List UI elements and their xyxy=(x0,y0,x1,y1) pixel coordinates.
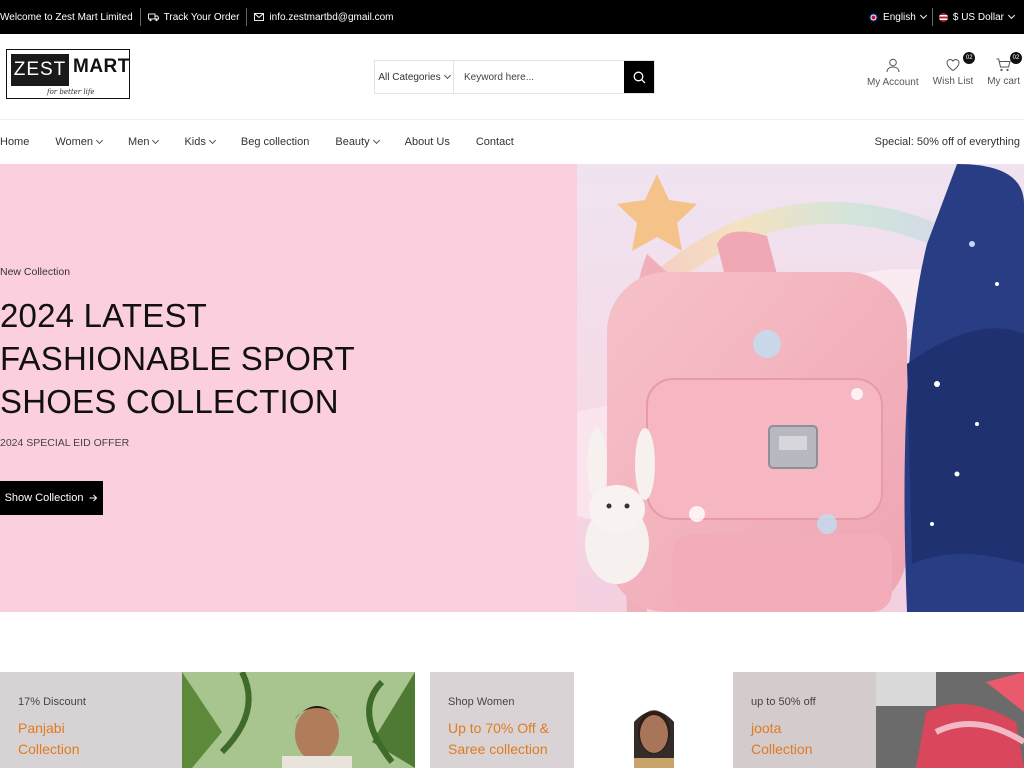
us-flag-icon xyxy=(938,12,948,22)
uk-flag-icon xyxy=(869,12,879,22)
chevron-down-icon xyxy=(96,136,104,145)
my-account-label: My Account xyxy=(866,77,919,88)
nav-label: Contact xyxy=(475,136,514,148)
hero-banner: New Collection 2024 LATEST FASHIONABLE S… xyxy=(0,164,1024,612)
chevron-down-icon xyxy=(919,11,927,20)
hero-title-line: FASHIONABLE SPORT xyxy=(0,340,355,377)
nav-item-about-us[interactable]: About Us xyxy=(405,136,450,148)
category-select[interactable]: All Categories xyxy=(375,61,454,93)
main-nav: Home Women Men Kids Beg collection Beaut… xyxy=(0,121,1024,163)
top-bar-right: English $ US Dollar xyxy=(863,0,1024,34)
cart-icon xyxy=(996,58,1011,72)
heart-icon xyxy=(946,58,960,72)
arrow-right-icon xyxy=(89,494,98,502)
promo-banner-joota[interactable]: up to 50% off joota Collection xyxy=(733,672,1024,768)
currency-selector[interactable]: $ US Dollar xyxy=(933,8,1020,26)
header-icons: My Account 02 Wish List 02 My cart xyxy=(867,52,1022,88)
banner-discount-text: up to 50% off xyxy=(751,696,816,708)
hero-title: 2024 LATEST FASHIONABLE SPORT SHOES COLL… xyxy=(0,294,360,423)
nav-item-men[interactable]: Men xyxy=(128,136,160,148)
language-selector[interactable]: English xyxy=(863,8,933,26)
wishlist-link[interactable]: 02 Wish List xyxy=(932,52,976,88)
banner-title: Panjabi Collection xyxy=(18,718,158,760)
mail-icon xyxy=(254,13,265,21)
site-header: ZEST MART for better life All Categories… xyxy=(0,34,1024,120)
banner-discount-text: Shop Women xyxy=(448,696,515,708)
nav-label: About Us xyxy=(404,136,450,148)
banner-title-line: Panjabi xyxy=(18,720,65,736)
nav-item-contact[interactable]: Contact xyxy=(476,136,514,148)
email-label: info.zestmartbd@gmail.com xyxy=(269,11,394,23)
show-collection-button[interactable]: Show Collection xyxy=(0,481,103,515)
search-button[interactable] xyxy=(624,61,654,93)
top-bar: Welcome to Zest Mart Limited Track Your … xyxy=(0,0,1024,34)
nav-label: Beauty xyxy=(335,136,370,148)
user-icon xyxy=(886,58,900,73)
banner-discount-text: 17% Discount xyxy=(18,696,86,708)
nav-label: Home xyxy=(0,136,30,148)
track-order-link[interactable]: Track Your Order xyxy=(141,8,248,26)
banner-image-shoes xyxy=(876,672,1024,768)
banner-title-line: Up to 70% Off & xyxy=(448,720,549,736)
banner-title: joota Collection xyxy=(751,718,891,760)
nav-label: Women xyxy=(55,136,94,148)
banner-title-line: joota xyxy=(751,720,782,736)
nav-item-beauty[interactable]: Beauty xyxy=(335,136,380,148)
nav-item-beg-collection[interactable]: Beg collection xyxy=(241,136,310,148)
hero-title-line: SHOES COLLECTION xyxy=(0,383,339,420)
banner-image-woman xyxy=(574,672,718,768)
logo[interactable]: ZEST MART for better life xyxy=(6,49,130,99)
search-icon xyxy=(633,71,645,83)
banner-title-line: Collection xyxy=(18,741,80,757)
hero-kicker: New Collection xyxy=(0,266,71,278)
chevron-down-icon xyxy=(372,136,380,145)
email-link[interactable]: info.zestmartbd@gmail.com xyxy=(247,8,400,26)
hero-title-line: 2024 LATEST xyxy=(0,297,208,334)
truck-icon xyxy=(147,13,159,21)
cart-label: My cart xyxy=(987,76,1020,87)
language-label: English xyxy=(883,11,916,23)
welcome-text: Welcome to Zest Mart Limited xyxy=(0,8,141,26)
hero-backpack-image xyxy=(577,164,1024,612)
chevron-down-icon xyxy=(152,136,160,145)
banner-title-line: Collection xyxy=(751,741,813,757)
nav-label: Men xyxy=(128,136,150,148)
chevron-down-icon xyxy=(208,136,216,145)
nav-label: Kids xyxy=(184,136,206,148)
banner-title: Up to 70% Off & Saree collection xyxy=(448,718,588,760)
wishlist-label: Wish List xyxy=(932,76,974,87)
nav-item-women[interactable]: Women xyxy=(55,136,104,148)
chevron-down-icon xyxy=(443,71,451,80)
category-label: All Categories xyxy=(378,71,441,83)
wishlist-count-badge: 02 xyxy=(963,52,976,64)
currency-label: $ US Dollar xyxy=(952,11,1004,23)
hero-offer: 2024 SPECIAL EID OFFER xyxy=(0,437,130,449)
special-offer-text: Special: 50% off of everything xyxy=(874,136,1020,148)
search-input[interactable] xyxy=(454,61,624,93)
promo-banner-panjabi[interactable]: 17% Discount Panjabi Collection xyxy=(0,672,415,768)
logo-tagline: for better life xyxy=(47,88,95,96)
logo-mart: MART xyxy=(73,56,130,77)
nav-label: Beg collection xyxy=(240,136,310,148)
chevron-down-icon xyxy=(1007,11,1016,20)
banner-image-man xyxy=(182,672,415,768)
banner-title-line: Saree collection xyxy=(448,741,548,757)
logo-zest: ZEST xyxy=(11,54,69,86)
my-account-link[interactable]: My Account xyxy=(867,58,919,88)
cart-link[interactable]: 02 My cart xyxy=(987,52,1022,88)
nav-item-home[interactable]: Home xyxy=(0,136,29,148)
search-bar: All Categories xyxy=(374,60,655,94)
track-order-label: Track Your Order xyxy=(163,11,240,23)
nav-item-kids[interactable]: Kids xyxy=(184,136,216,148)
welcome-label: Welcome to Zest Mart Limited xyxy=(0,11,133,23)
top-bar-left: Welcome to Zest Mart Limited Track Your … xyxy=(0,0,401,34)
cta-label: Show Collection xyxy=(4,492,84,504)
cart-count-badge: 02 xyxy=(1010,52,1022,64)
promo-banner-saree[interactable]: Shop Women Up to 70% Off & Saree collect… xyxy=(430,672,718,768)
